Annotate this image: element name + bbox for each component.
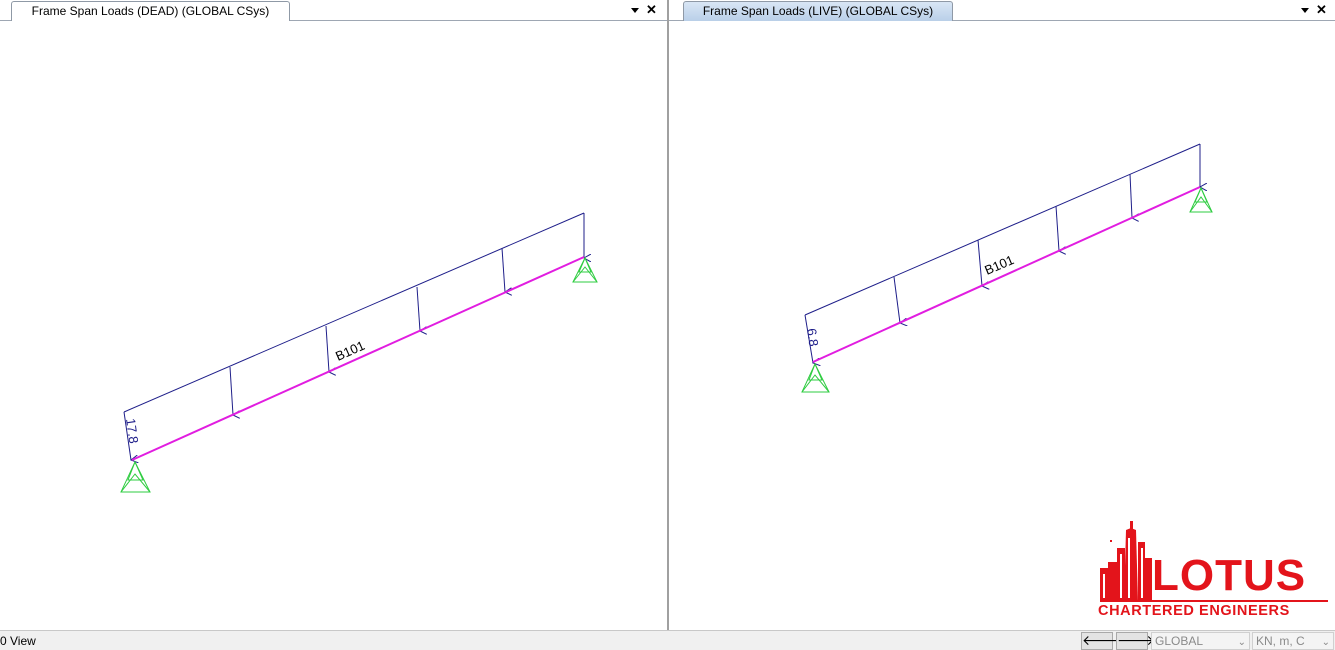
units-value: KN, m, C bbox=[1256, 634, 1305, 648]
load-envelope-line bbox=[123, 212, 585, 413]
tab-dead-loads[interactable]: Frame Span Loads (DEAD) (GLOBAL CSys) bbox=[11, 1, 290, 21]
coordinate-system-value: GLOBAL bbox=[1155, 634, 1204, 648]
frame-label: B101 bbox=[333, 338, 367, 364]
load-arrow bbox=[229, 366, 233, 415]
close-icon[interactable]: ✕ bbox=[646, 3, 657, 17]
units-select[interactable]: KN, m, C ⌄ bbox=[1252, 632, 1334, 650]
next-view-button[interactable]: 🡒 bbox=[1116, 632, 1155, 650]
logo-tagline: CHARTERED ENGINEERS bbox=[1098, 603, 1290, 619]
load-arrow bbox=[1055, 205, 1059, 251]
load-arrow bbox=[501, 247, 505, 292]
logo-rule bbox=[1100, 600, 1328, 602]
app-window: Frame Span Loads (DEAD) (GLOBAL CSys) ✕ bbox=[0, 0, 1335, 650]
load-arrows bbox=[123, 213, 584, 460]
load-arrow bbox=[1129, 173, 1132, 218]
chevron-down-icon[interactable] bbox=[630, 3, 640, 17]
load-envelope-line bbox=[804, 143, 1201, 316]
previous-view-button[interactable]: 🡐 bbox=[1081, 632, 1120, 650]
company-logo: LOTUS CHARTERED ENGINEERS bbox=[1096, 518, 1332, 624]
pin-support-icon bbox=[572, 256, 598, 283]
chevron-down-icon: ⌄ bbox=[1321, 637, 1330, 648]
pin-support-icon bbox=[801, 362, 830, 393]
tab-strip: Frame Span Loads (DEAD) (GLOBAL CSys) ✕ bbox=[0, 0, 667, 21]
chevron-down-icon: ⌄ bbox=[1237, 637, 1246, 648]
frame-load-canvas[interactable]: B101 17.8 bbox=[0, 22, 667, 628]
tab-live-loads[interactable]: Frame Span Loads (LIVE) (GLOBAL CSys) bbox=[683, 1, 953, 21]
load-value: 6.8 bbox=[804, 327, 821, 347]
load-arrow bbox=[893, 276, 900, 323]
pin-support-icon bbox=[120, 460, 151, 493]
view-status-text: 0 View bbox=[0, 634, 36, 648]
model-view-dead[interactable]: Frame Span Loads (DEAD) (GLOBAL CSys) ✕ bbox=[0, 0, 667, 630]
frame-beam[interactable] bbox=[131, 256, 585, 461]
arrow-right-icon: 🡒 bbox=[1117, 632, 1155, 648]
logo-wordmark: LOTUS bbox=[1152, 551, 1307, 600]
load-value: 17.8 bbox=[123, 417, 141, 444]
frame-beam[interactable] bbox=[812, 186, 1201, 363]
tab-strip: Frame Span Loads (LIVE) (GLOBAL CSys) ✕ bbox=[669, 0, 1335, 21]
load-arrow bbox=[977, 239, 982, 286]
close-icon[interactable]: ✕ bbox=[1316, 3, 1327, 17]
arrow-left-icon: 🡐 bbox=[1082, 632, 1120, 648]
coordinate-system-select[interactable]: GLOBAL ⌄ bbox=[1151, 632, 1250, 650]
chevron-down-icon[interactable] bbox=[1300, 3, 1310, 17]
load-arrows bbox=[804, 144, 1200, 363]
frame-label: B101 bbox=[982, 252, 1016, 278]
status-bar: 0 View 🡐 🡒 GLOBAL ⌄ KN, m, C ⌄ bbox=[0, 630, 1335, 650]
tower-skyline-icon bbox=[1100, 521, 1152, 602]
pin-support-icon bbox=[1189, 186, 1213, 213]
load-arrow bbox=[416, 286, 420, 331]
load-arrow bbox=[325, 325, 329, 372]
